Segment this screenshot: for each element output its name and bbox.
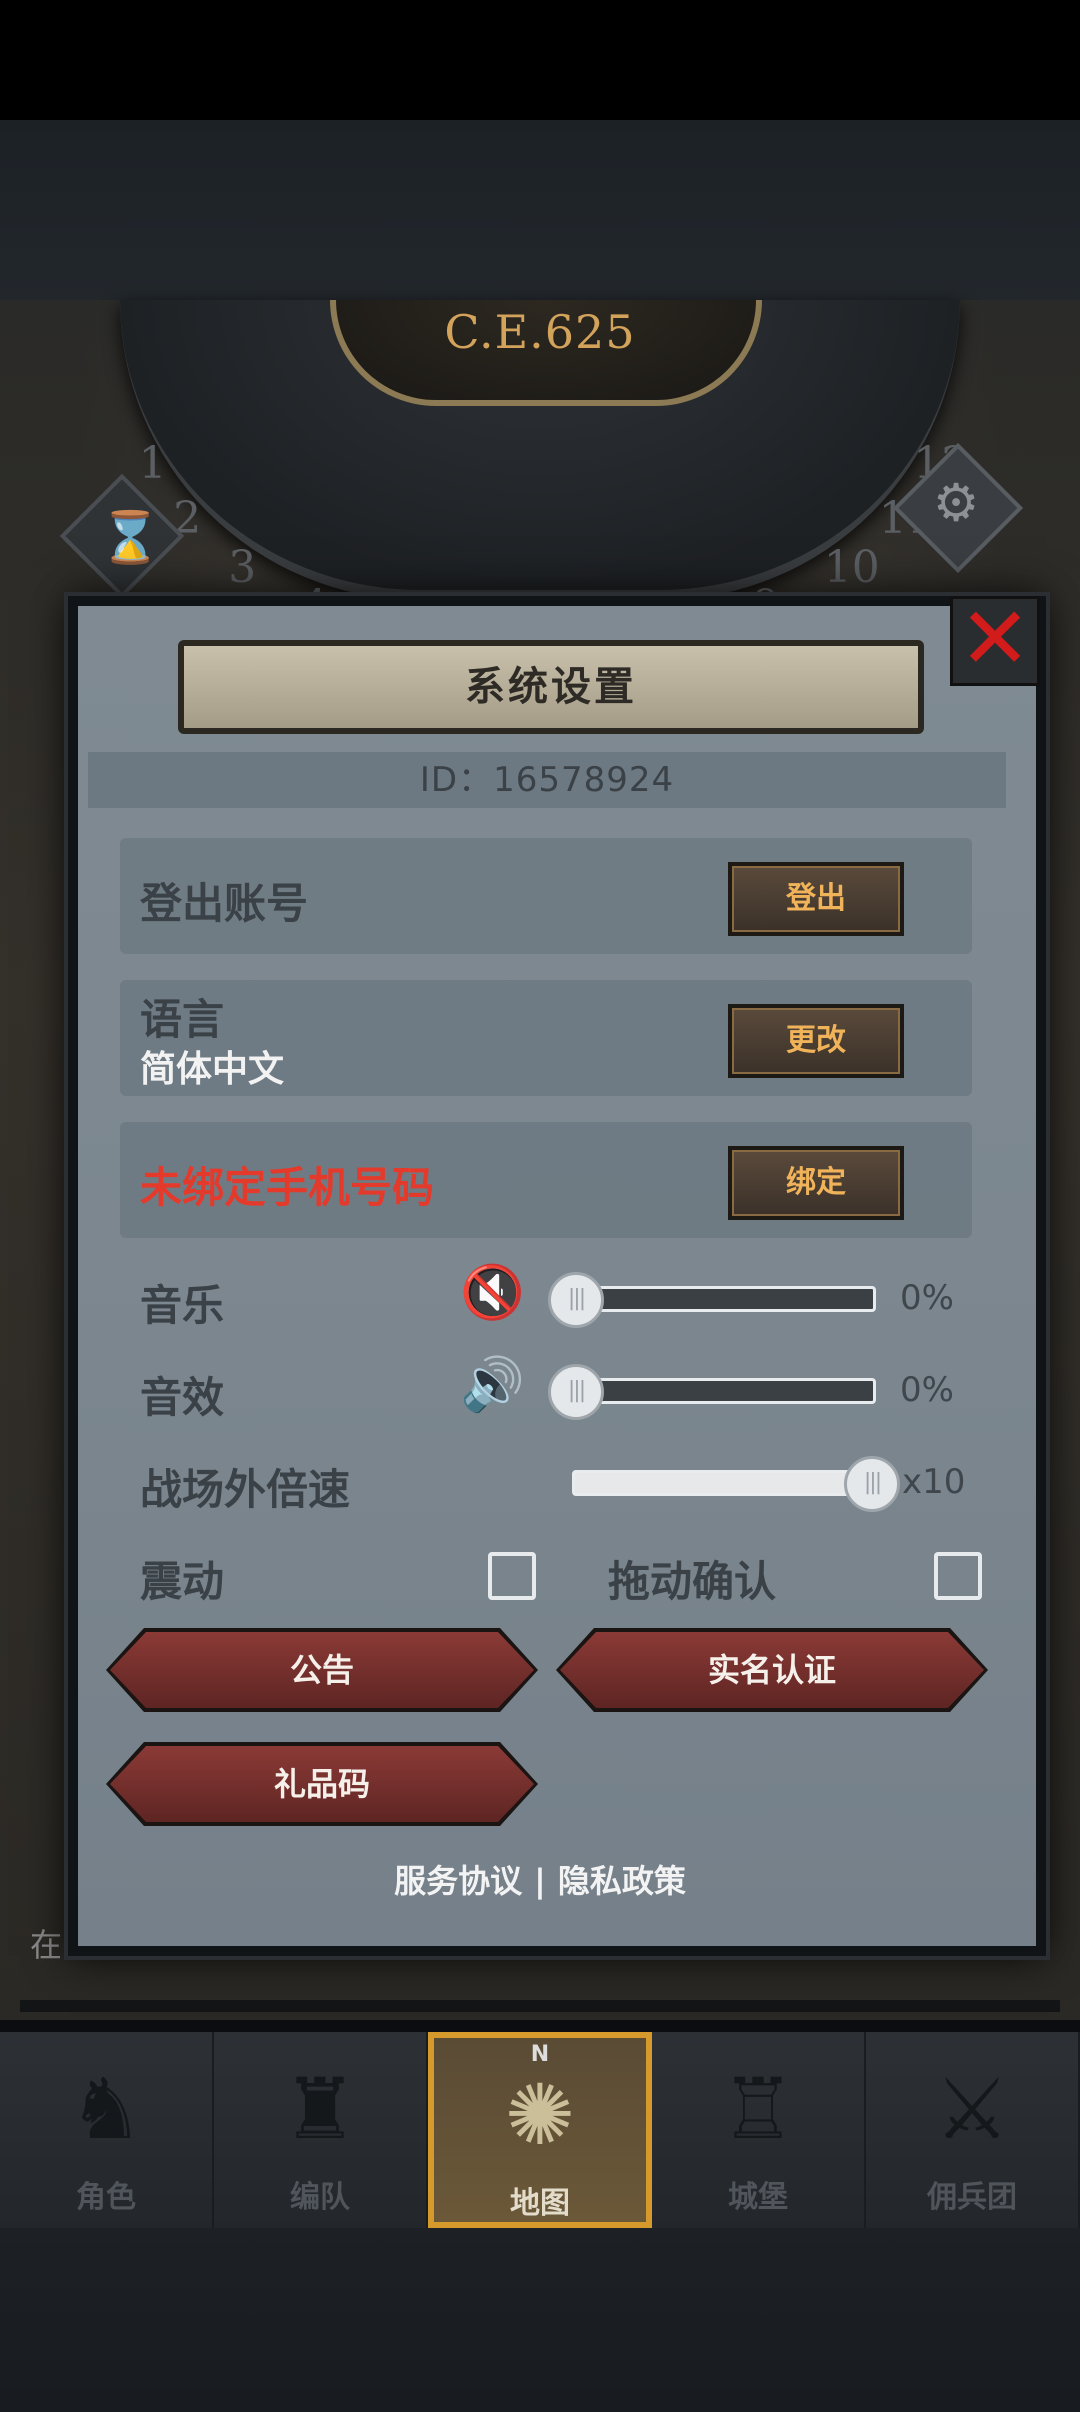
announcement-button[interactable]: 公告 (110, 1632, 534, 1708)
sfx-label: 音效 (140, 1373, 225, 1422)
drag-confirm-checkbox[interactable] (934, 1552, 982, 1600)
dialog-title: 系统设置 (178, 640, 924, 734)
bind-phone-button[interactable]: 绑定 (728, 1146, 904, 1220)
helmet-icon: ♜ (282, 2060, 358, 2158)
background-top (0, 120, 1080, 300)
nav-item-map[interactable]: N ✺ 地图 (428, 2032, 652, 2228)
vibration-label: 震动 (140, 1557, 225, 1606)
sfx-value: 0% (900, 1370, 954, 1410)
nav-label: 编队 (290, 2180, 350, 2215)
crossed-swords-icon: ⚔ (934, 2060, 1010, 2158)
language-row: 语言 简体中文 更改 (120, 980, 972, 1096)
music-muted-icon[interactable]: 🔇 (460, 1262, 525, 1323)
phone-unbound-label: 未绑定手机号码 (140, 1163, 435, 1212)
phone-row: 未绑定手机号码 绑定 (120, 1122, 972, 1238)
logout-label: 登出账号 (140, 879, 309, 928)
status-bar-area (0, 0, 1080, 120)
era-label: C.E.625 (444, 305, 636, 359)
nav-label: 城堡 (728, 2180, 788, 2215)
close-icon: ✕ (958, 589, 1032, 689)
bottom-nav: ♞ 角色 ♜ 编队 N ✺ 地图 ♖ 城堡 ⚔ 佣兵团 (0, 2032, 1080, 2228)
vibration-checkbox[interactable] (488, 1552, 536, 1600)
nav-label: 佣兵团 (927, 2180, 1017, 2215)
gear-icon: ⚙ (932, 473, 980, 534)
music-value: 0% (900, 1278, 954, 1318)
real-name-auth-button[interactable]: 实名认证 (560, 1632, 984, 1708)
nav-item-mercenary[interactable]: ⚔ 佣兵团 (866, 2032, 1080, 2228)
close-button[interactable]: ✕ (950, 596, 1040, 686)
music-label: 音乐 (140, 1281, 225, 1330)
player-id: ID：16578924 (88, 752, 1006, 808)
speed-slider-handle[interactable]: ||| (844, 1456, 900, 1512)
speed-value: x10 (902, 1462, 966, 1502)
gift-code-button[interactable]: 礼品码 (110, 1746, 534, 1822)
nav-item-castle[interactable]: ♖ 城堡 (652, 2032, 866, 2228)
bottom-area (0, 2228, 1080, 2412)
terms-of-service-link[interactable]: 服务协议 (394, 1862, 522, 1900)
dial-number: 10 (823, 541, 880, 593)
drag-confirm-label: 拖动确认 (608, 1557, 777, 1606)
hourglass-icon: ⌛ (99, 508, 162, 567)
language-label: 语言 (140, 995, 225, 1044)
footer-links: 服务协议 | 隐私政策 (0, 1856, 1080, 1902)
knight-icon: ♞ (68, 2060, 144, 2158)
logout-button[interactable]: 登出 (728, 862, 904, 936)
footer-separator: | (534, 1862, 546, 1900)
dial-number: 1 (138, 437, 167, 489)
change-language-button[interactable]: 更改 (728, 1004, 904, 1078)
dial-number: 3 (228, 541, 257, 593)
nav-item-character[interactable]: ♞ 角色 (0, 2032, 214, 2228)
compass-north-label: N (530, 2042, 550, 2067)
nav-item-formation[interactable]: ♜ 编队 (214, 2032, 428, 2228)
privacy-policy-link[interactable]: 隐私政策 (558, 1862, 686, 1900)
sfx-slider[interactable] (570, 1378, 876, 1404)
music-slider-handle[interactable]: ||| (548, 1272, 604, 1328)
music-slider[interactable] (570, 1286, 876, 1312)
speed-label: 战场外倍速 (140, 1465, 351, 1514)
nav-label: 角色 (76, 2180, 136, 2215)
sfx-speaker-icon[interactable]: 🔊 (460, 1354, 525, 1415)
speed-slider[interactable] (572, 1470, 878, 1496)
castle-icon: ♖ (720, 2060, 796, 2158)
compass-map-icon: ✺ (504, 2066, 576, 2164)
map-frame-border (20, 2000, 1060, 2012)
sfx-slider-handle[interactable]: ||| (548, 1364, 604, 1420)
logout-row: 登出账号 登出 (120, 838, 972, 954)
language-current: 简体中文 (140, 1049, 285, 1090)
nav-label: 地图 (510, 2186, 570, 2221)
